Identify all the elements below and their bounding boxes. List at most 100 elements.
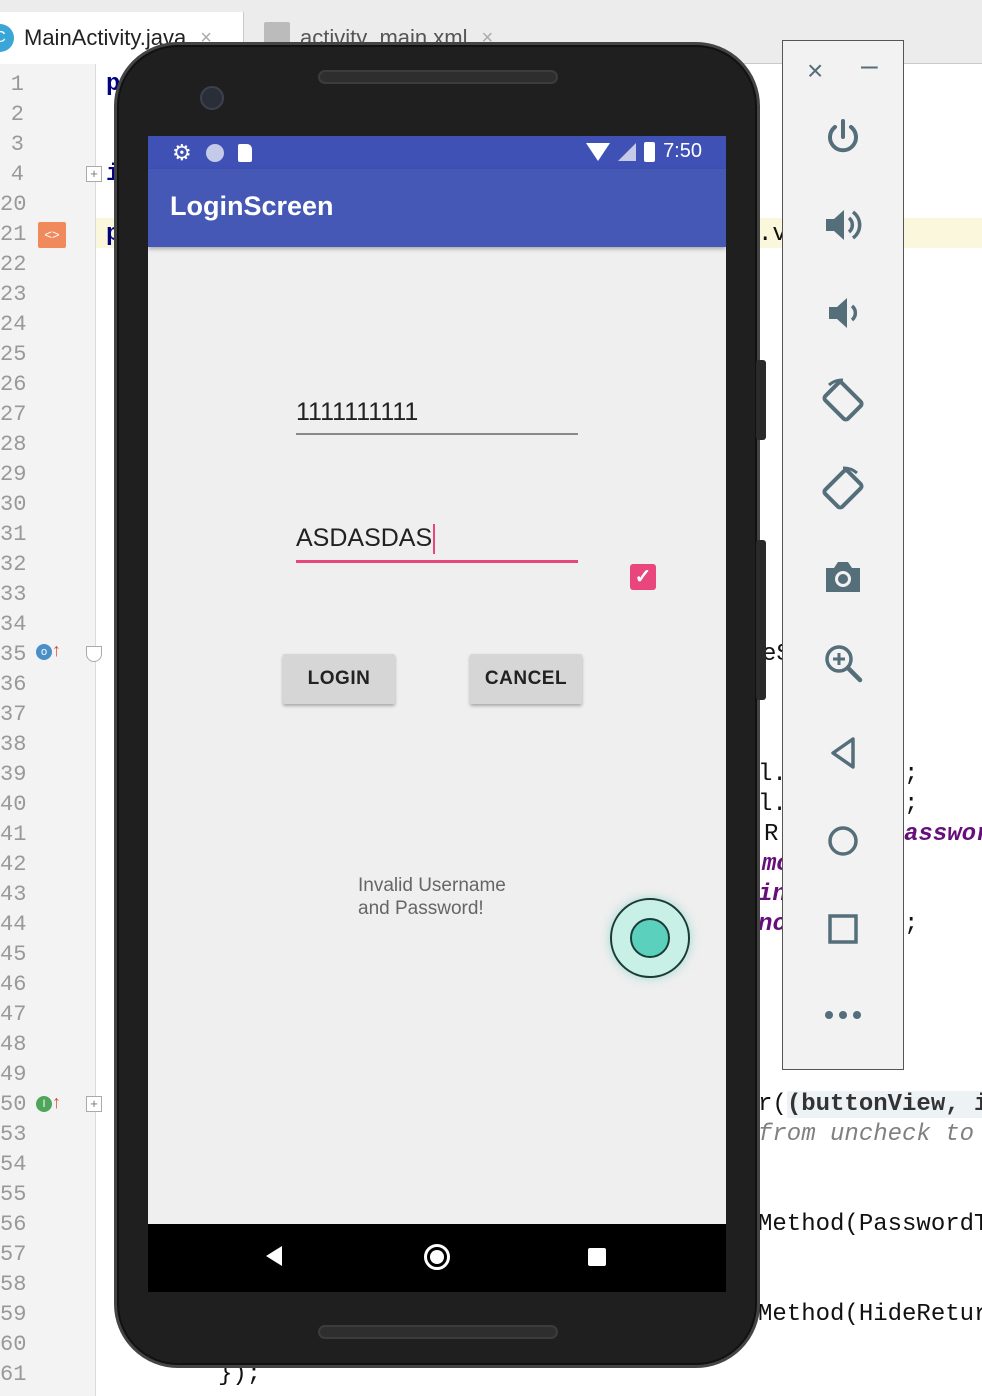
device-power-button[interactable] — [756, 360, 766, 440]
overview-icon[interactable] — [783, 907, 903, 951]
username-field[interactable]: 1111111111 — [296, 398, 578, 435]
line-number: 31 — [0, 522, 27, 547]
java-class-icon: C — [0, 24, 14, 52]
fold-expand-icon[interactable]: + — [86, 1096, 102, 1112]
line-number: 4 — [10, 162, 24, 187]
line-number: 26 — [0, 372, 27, 397]
volume-up-icon[interactable] — [783, 203, 903, 247]
override-method-icon[interactable]: o — [36, 644, 52, 660]
line-number: 61 — [0, 1362, 27, 1387]
rotate-right-icon[interactable] — [783, 465, 903, 513]
password-value: ASDASDAS — [296, 524, 433, 552]
line-number: 46 — [0, 972, 27, 997]
android-studio-window: C MainActivity.java × activity_main.xml … — [0, 0, 982, 1396]
rotate-left-icon[interactable] — [783, 377, 903, 425]
line-number: 35 — [0, 642, 27, 667]
settings-gear-icon: ⚙ — [172, 140, 192, 165]
line-number: 27 — [0, 402, 27, 427]
code-text: asswor — [904, 821, 982, 848]
line-number: 38 — [0, 732, 27, 757]
line-number: 22 — [0, 252, 27, 277]
login-button[interactable]: LOGIN — [283, 654, 395, 704]
battery-icon — [644, 141, 656, 162]
error-message: Invalid Username and Password! — [358, 874, 558, 920]
line-number: 50 — [0, 1092, 27, 1117]
line-number: 45 — [0, 942, 27, 967]
line-number: 33 — [0, 582, 27, 607]
username-value: 1111111111 — [296, 398, 419, 426]
line-number: 54 — [0, 1152, 27, 1177]
sd-card-icon — [237, 144, 252, 162]
line-number: 21 — [0, 222, 27, 247]
line-number: 40 — [0, 792, 27, 817]
cancel-button[interactable]: CANCEL — [470, 654, 582, 704]
line-number: 37 — [0, 702, 27, 727]
code-call: r( — [758, 1091, 787, 1118]
nav-home-icon[interactable] — [424, 1244, 450, 1270]
nav-back-icon[interactable] — [266, 1246, 282, 1266]
bottom-speaker — [318, 1325, 558, 1339]
earpiece-speaker — [318, 70, 558, 84]
status-bar: ⚙ 7:50 — [148, 136, 726, 169]
camera-icon[interactable] — [783, 555, 903, 599]
navigation-bar — [148, 1224, 726, 1292]
code-text: Method(HideReturn — [758, 1301, 982, 1328]
arrow-up-icon: ↑ — [52, 640, 61, 660]
line-number: 3 — [10, 132, 24, 157]
code-parameters: (buttonView, is — [786, 1091, 982, 1118]
line-number: 48 — [0, 1032, 27, 1057]
more-icon[interactable] — [783, 997, 903, 1033]
line-number: 55 — [0, 1182, 27, 1207]
text-cursor — [433, 524, 436, 555]
code-text: Method(PasswordTr — [758, 1211, 982, 1238]
cell-signal-icon — [618, 142, 637, 161]
password-field[interactable]: ASDASDAS — [296, 524, 578, 564]
touch-pointer-indicator — [610, 898, 690, 978]
zoom-icon[interactable] — [783, 641, 903, 685]
power-icon[interactable] — [783, 115, 903, 159]
code-text: R — [764, 821, 779, 848]
front-camera — [200, 86, 224, 110]
code-text: ; — [904, 761, 919, 788]
home-icon[interactable] — [783, 819, 903, 863]
line-number: 32 — [0, 552, 27, 577]
line-number: 1 — [10, 72, 24, 97]
line-number: 41 — [0, 822, 27, 847]
app-title: LoginScreen — [170, 191, 334, 221]
device-volume-button[interactable] — [756, 540, 766, 700]
action-bar: LoginScreen — [148, 169, 726, 247]
touch-pointer-center — [630, 918, 670, 958]
close-emulator-icon[interactable]: × — [807, 55, 823, 87]
line-number: 53 — [0, 1122, 27, 1147]
line-number: 58 — [0, 1272, 27, 1297]
fold-expand-icon[interactable]: + — [86, 166, 102, 182]
sync-circle-icon — [205, 144, 224, 162]
line-number: 39 — [0, 762, 27, 787]
show-password-checkbox[interactable]: ✓ — [630, 564, 656, 590]
device-screen[interactable]: ⚙ 7:50 LoginScreen 1111111111 ASDASDAS ✓… — [148, 136, 726, 1292]
line-number: 43 — [0, 882, 27, 907]
line-number: 28 — [0, 432, 27, 457]
code-text: ; — [904, 791, 919, 818]
line-number: 20 — [0, 192, 27, 217]
error-message-line2: and Password! — [358, 898, 484, 919]
line-number: 49 — [0, 1062, 27, 1087]
line-number: 44 — [0, 912, 27, 937]
minimize-emulator-icon[interactable]: – — [861, 49, 878, 83]
line-number: 36 — [0, 672, 27, 697]
nav-recent-apps-icon[interactable] — [588, 1248, 606, 1266]
line-number: 29 — [0, 462, 27, 487]
code-text: ; — [904, 911, 919, 938]
back-icon[interactable] — [783, 731, 903, 775]
wifi-icon — [586, 142, 611, 161]
fold-collapse-icon[interactable] — [86, 646, 102, 662]
line-number: 59 — [0, 1302, 27, 1327]
line-number: 24 — [0, 312, 27, 337]
line-number: 42 — [0, 852, 27, 877]
line-number: 25 — [0, 342, 27, 367]
layout-preview-icon[interactable]: <> — [38, 222, 66, 248]
line-number: 47 — [0, 1002, 27, 1027]
implement-method-icon[interactable]: I — [36, 1096, 52, 1112]
code-comment: from uncheck to c — [758, 1121, 982, 1148]
volume-down-icon[interactable] — [783, 291, 903, 335]
